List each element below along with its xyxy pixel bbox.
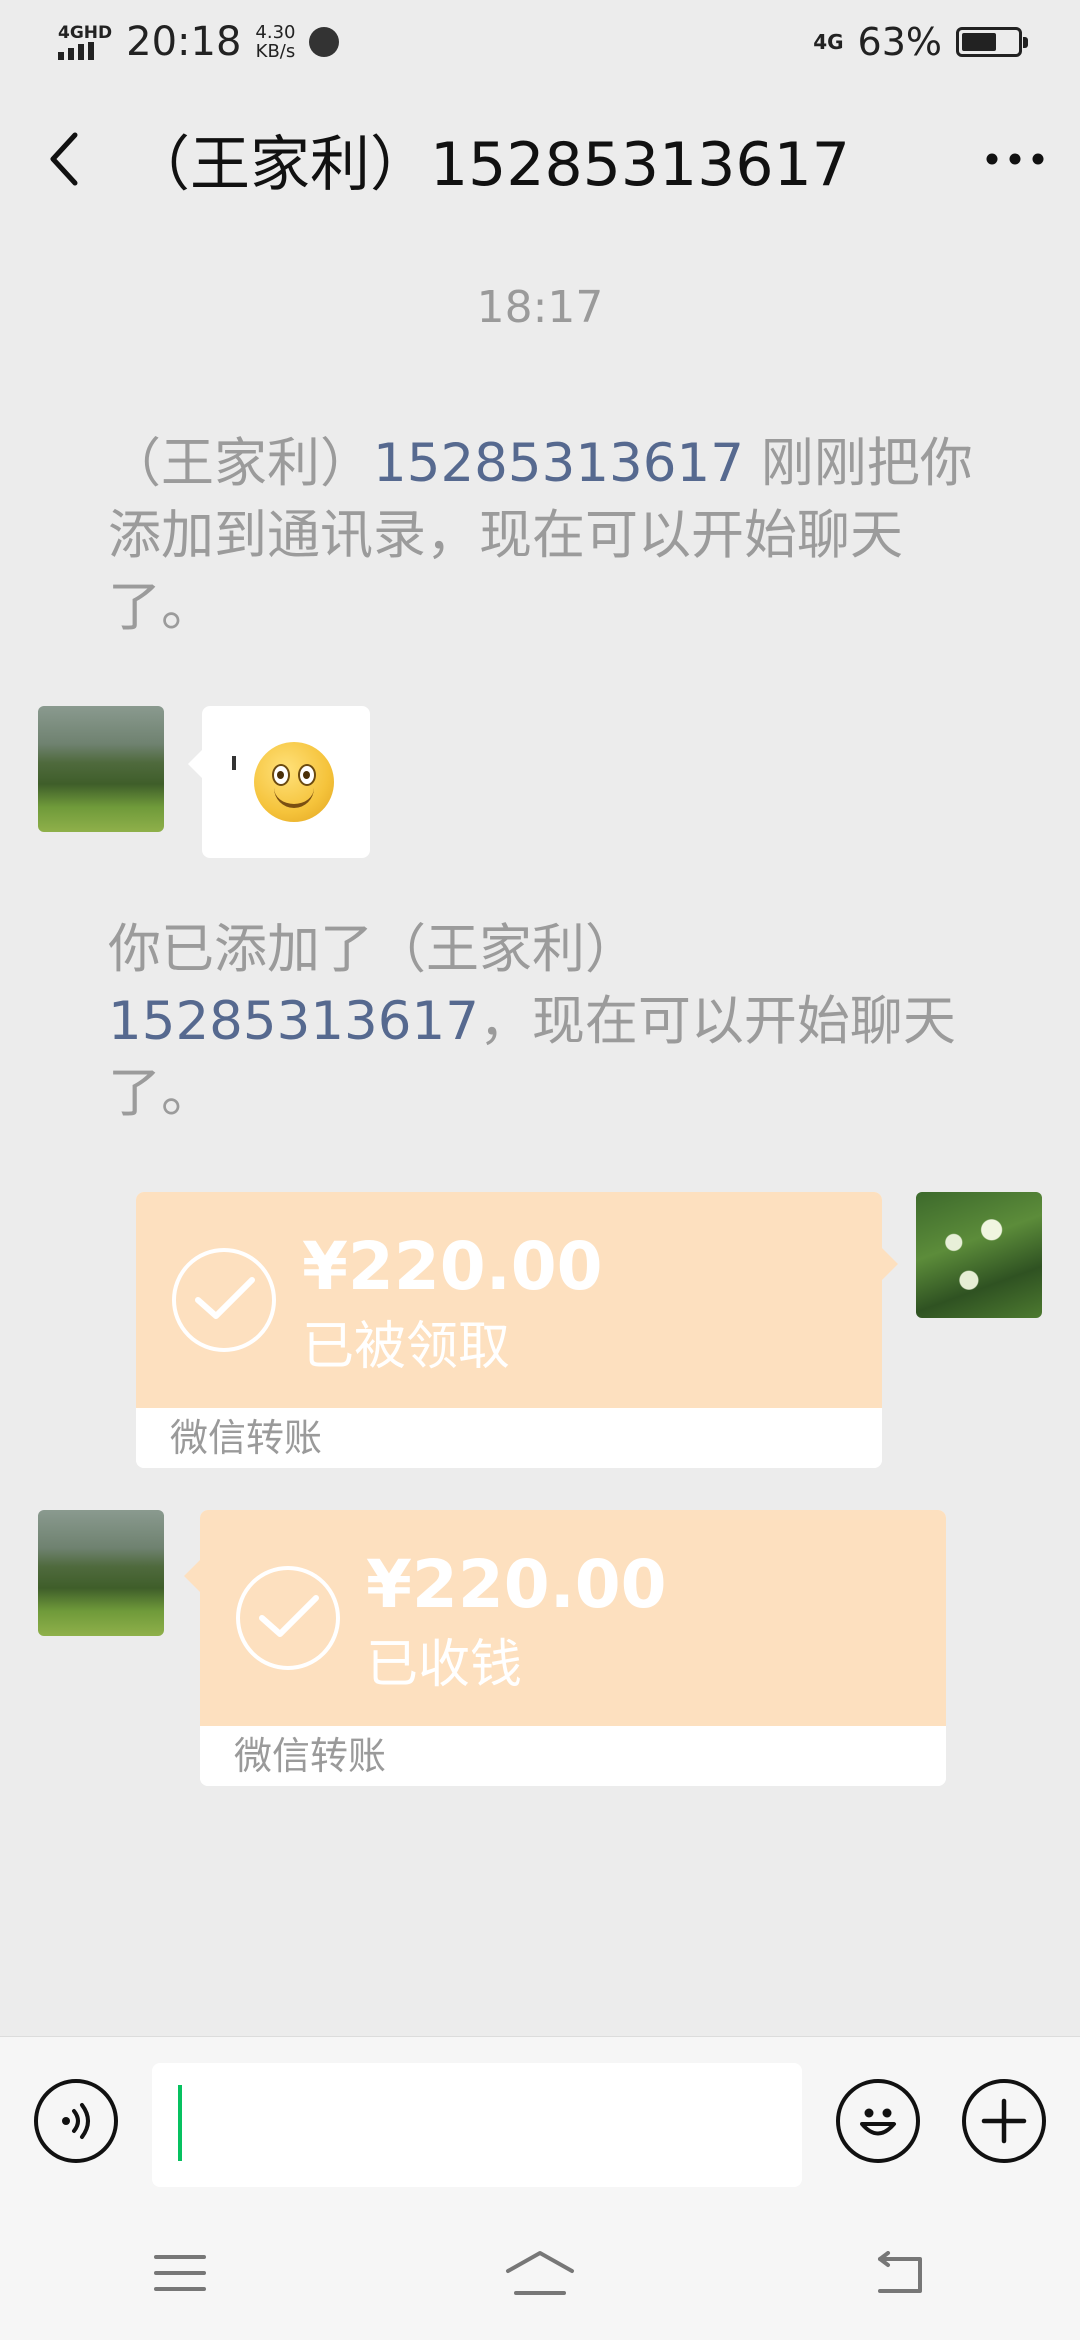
- status-bar: 4GHD 20:18 4.30 KB/s 4G 63%: [0, 0, 1080, 84]
- system-message-prefix: 你已添加了（王家利）: [108, 919, 638, 980]
- contact-avatar[interactable]: [38, 706, 164, 832]
- signal-bars-icon: [58, 41, 94, 60]
- text-cursor: [178, 2085, 182, 2161]
- transfer-status: 已收钱: [366, 1635, 523, 1695]
- chevron-left-icon: [50, 132, 78, 186]
- emoji-eye: [272, 764, 290, 786]
- check-circle-icon: [172, 1248, 276, 1352]
- transfer-status: 已被领取: [302, 1317, 511, 1377]
- plus-icon: [981, 2098, 1027, 2144]
- speed-value: 4.30: [255, 22, 296, 43]
- voice-button[interactable]: [34, 2079, 118, 2163]
- transfer-card-sent[interactable]: ¥220.00 已被领取 微信转账: [136, 1192, 898, 1468]
- emoji-eye: [298, 764, 316, 786]
- status-left: 4GHD 20:18 4.30 KB/s: [58, 19, 340, 65]
- network-speed: 4.30 KB/s: [255, 23, 295, 61]
- contact-avatar[interactable]: [38, 1510, 164, 1636]
- chat-header: （王家利）15285313617: [0, 84, 1080, 234]
- transfer-footer: 微信转账: [200, 1726, 946, 1786]
- message-input-bar: [0, 2036, 1080, 2207]
- check-circle-icon: [236, 1566, 340, 1670]
- status-right: 4G 63%: [813, 20, 1028, 64]
- network-type: 4GHD: [58, 22, 113, 43]
- menu-icon: [154, 2255, 206, 2291]
- system-message-prefix: （王家利）: [108, 433, 373, 494]
- phone-number-link[interactable]: 15285313617: [108, 991, 479, 1052]
- speed-unit: KB/s: [255, 41, 296, 62]
- transfer-amount: ¥220.00: [302, 1228, 603, 1305]
- message-input[interactable]: [152, 2063, 802, 2187]
- battery-fill: [962, 33, 996, 51]
- transfer-card-received[interactable]: ¥220.00 已收钱 微信转账: [184, 1510, 946, 1786]
- more-horizontal-icon: [986, 153, 1044, 165]
- transfer-card-body: ¥220.00 已收钱: [200, 1510, 946, 1726]
- emoji-button[interactable]: [836, 2079, 920, 2163]
- more-button[interactable]: [950, 84, 1080, 234]
- transfer-card-body: ¥220.00 已被领取: [136, 1192, 882, 1408]
- emoji-mouth: [274, 786, 314, 808]
- cell-type-icon: 4G: [813, 30, 844, 54]
- chat-timestamp: 18:17: [476, 282, 604, 333]
- home-button[interactable]: [480, 2233, 600, 2313]
- emoji-icon: [860, 2108, 896, 2136]
- transfer-amount: ¥220.00: [366, 1546, 667, 1623]
- message-bubble[interactable]: [188, 706, 370, 858]
- battery-icon: [956, 27, 1028, 57]
- system-navigation-bar: [0, 2206, 1080, 2340]
- back-icon: [878, 2251, 922, 2293]
- notification-icon: [309, 27, 340, 57]
- system-message: 你已添加了（王家利） 15285313617，现在可以开始聊天了。: [108, 914, 988, 1130]
- signal-indicator: 4GHD: [58, 22, 113, 60]
- home-icon: [506, 2251, 574, 2295]
- transfer-footer: 微信转账: [136, 1408, 882, 1468]
- page-title: （王家利）15285313617: [130, 129, 850, 200]
- clock: 20:18: [126, 19, 242, 65]
- system-message: （王家利）15285313617 刚刚把你添加到通讯录，现在可以开始聊天了。: [108, 428, 988, 644]
- back-nav-button[interactable]: [840, 2233, 960, 2313]
- message-text: [232, 756, 236, 770]
- smiley-emoji-icon: [254, 742, 334, 822]
- phone-number-link[interactable]: 15285313617: [373, 433, 744, 494]
- voice-icon: [62, 2103, 90, 2139]
- battery-percent: 63%: [857, 20, 942, 64]
- back-button[interactable]: [0, 84, 130, 234]
- menu-button[interactable]: [120, 2233, 240, 2313]
- my-avatar[interactable]: [916, 1192, 1042, 1318]
- plus-button[interactable]: [962, 2079, 1046, 2163]
